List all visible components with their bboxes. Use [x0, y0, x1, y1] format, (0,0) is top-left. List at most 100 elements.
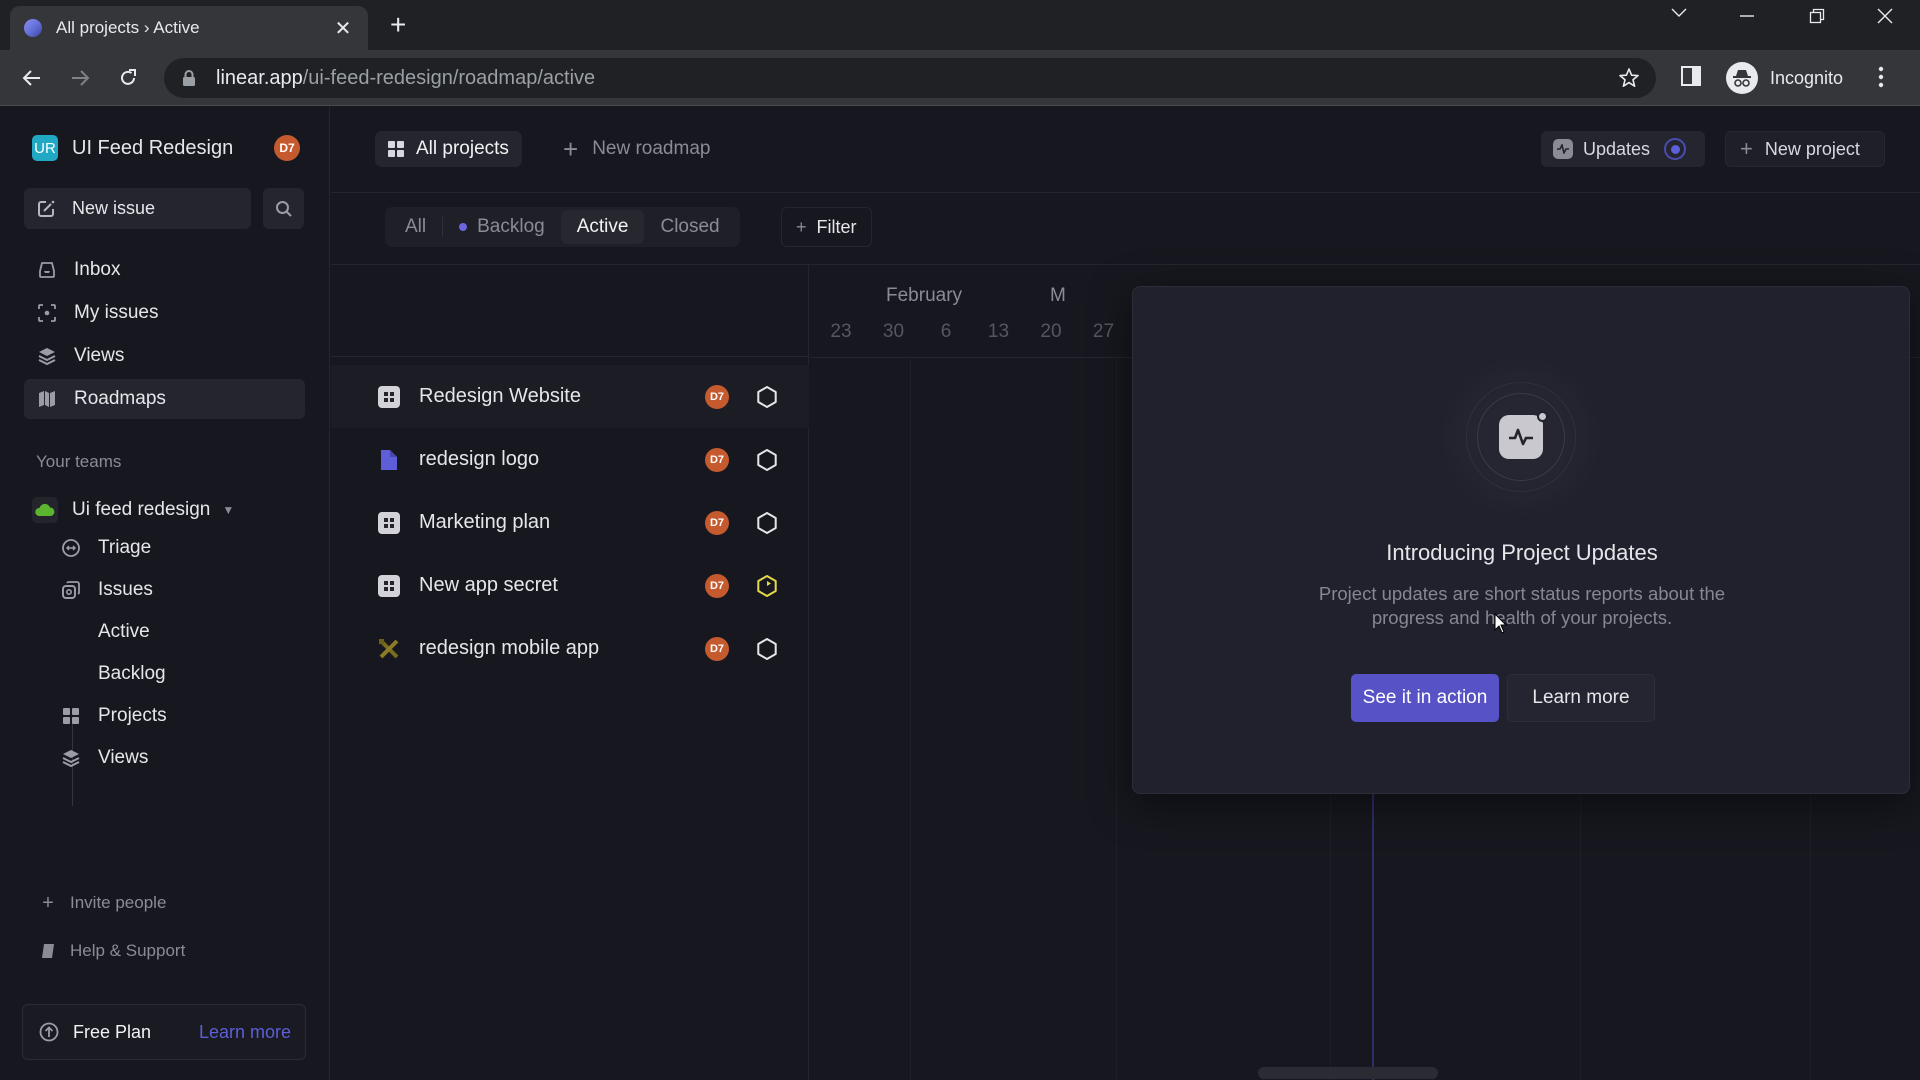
status-planned-icon[interactable] — [755, 385, 779, 409]
book-icon — [40, 943, 56, 959]
reload-icon[interactable] — [112, 62, 144, 94]
filter-button[interactable]: + Filter — [781, 207, 872, 247]
back-icon[interactable] — [16, 62, 48, 94]
team-item-label: Views — [98, 747, 149, 768]
new-project-button[interactable]: + New project — [1725, 131, 1885, 167]
close-window-icon[interactable] — [1870, 8, 1900, 24]
project-row[interactable]: Redesign Website D7 — [331, 365, 809, 428]
status-tabs: All Backlog Active Closed — [385, 207, 740, 247]
new-roadmap-button[interactable]: + New roadmap — [563, 131, 710, 167]
updates-button[interactable]: Updates — [1541, 131, 1705, 167]
plan-learn-more-link[interactable]: Learn more — [199, 1022, 291, 1043]
month-label: February — [886, 285, 963, 306]
project-lead-avatar[interactable]: D7 — [705, 447, 729, 472]
side-panel-icon[interactable] — [1680, 65, 1702, 87]
browser-tab[interactable]: All projects › Active ✕ — [10, 6, 368, 50]
sidebar-item-label: Views — [74, 345, 125, 366]
project-lead-avatar[interactable]: D7 — [705, 510, 729, 535]
map-icon — [36, 388, 58, 410]
my-issues-icon — [36, 302, 58, 324]
team-item-projects[interactable]: Projects — [60, 698, 167, 734]
grid-project-icon — [377, 574, 401, 598]
browser-menu-icon[interactable] — [1878, 66, 1884, 88]
grid-icon — [388, 141, 404, 157]
help-support-button[interactable]: Help & Support — [40, 936, 185, 966]
popover-title: Introducing Project Updates — [1386, 540, 1658, 565]
grid-project-icon — [377, 385, 401, 409]
status-planned-icon[interactable] — [755, 637, 779, 661]
sidebar-item-inbox[interactable]: Inbox — [24, 250, 305, 290]
project-name: New app secret — [419, 574, 558, 596]
tab-title: All projects › Active — [56, 18, 200, 37]
week-label: 23 — [830, 321, 852, 342]
plan-label: Free Plan — [73, 1021, 152, 1042]
plus-icon: + — [796, 216, 807, 237]
team-item-label: Issues — [98, 579, 153, 600]
caret-down-icon[interactable]: ▼ — [222, 503, 234, 517]
sidebar-item-label: Inbox — [74, 259, 121, 280]
your-teams-heading: Your teams — [36, 452, 122, 471]
sidebar-item-my-issues[interactable]: My issues — [24, 293, 305, 333]
minimize-icon[interactable] — [1732, 8, 1762, 24]
project-row[interactable]: redesign mobile app D7 — [331, 617, 809, 680]
sidebar-item-roadmaps[interactable]: Roadmaps — [24, 379, 305, 419]
new-issue-button[interactable]: New issue — [24, 188, 251, 229]
pulse-icon — [1499, 415, 1543, 459]
bookmark-star-icon[interactable] — [1618, 67, 1640, 89]
gridline — [910, 357, 911, 1080]
team-item-triage[interactable]: Triage — [60, 530, 151, 566]
team-item-active[interactable]: Active — [98, 614, 150, 650]
project-lead-avatar[interactable]: D7 — [705, 636, 729, 661]
filter-bar: All Backlog Active Closed + Filter — [331, 193, 1920, 265]
forward-icon[interactable] — [64, 62, 96, 94]
status-in-progress-icon[interactable] — [755, 574, 779, 598]
sidebar-item-views[interactable]: Views — [24, 336, 305, 376]
gridline — [1116, 357, 1117, 1080]
tab-closed[interactable]: Closed — [644, 210, 735, 244]
lock-icon[interactable] — [182, 69, 196, 87]
popover-description: Project updates are short status reports… — [1318, 583, 1726, 628]
tab-active[interactable]: Active — [560, 210, 645, 244]
address-bar[interactable]: linear.app/ui-feed-redesign/roadmap/acti… — [164, 58, 1656, 98]
search-button[interactable] — [263, 188, 304, 229]
tab-search-icon[interactable] — [1664, 8, 1694, 18]
team-item-issues[interactable]: Issues — [60, 572, 153, 608]
see-it-in-action-button[interactable]: See it in action — [1351, 674, 1499, 722]
cloud-icon — [32, 497, 58, 523]
project-list: Redesign Website D7 redesign logo D7 Marketi… — [331, 265, 809, 1080]
browser-tab-strip: All projects › Active ✕ + — [0, 0, 1920, 50]
incognito-icon — [1726, 62, 1758, 94]
team-ui-feed-redesign[interactable]: Ui feed redesign ▼ — [32, 492, 234, 528]
project-row[interactable]: New app secret D7 — [331, 554, 809, 617]
project-lead-avatar[interactable]: D7 — [705, 384, 729, 409]
project-lead-avatar[interactable]: D7 — [705, 573, 729, 598]
all-projects-button[interactable]: All projects — [375, 131, 522, 167]
status-planned-icon[interactable] — [755, 448, 779, 472]
tab-backlog[interactable]: Backlog — [443, 210, 561, 244]
close-tab-icon[interactable]: ✕ — [332, 16, 354, 41]
issues-icon — [60, 579, 82, 601]
mouse-cursor-icon — [1494, 613, 1508, 634]
incognito-profile-button[interactable]: Incognito — [1722, 58, 1857, 98]
inbox-icon — [36, 259, 58, 281]
new-tab-button[interactable]: + — [390, 10, 406, 40]
week-label: 27 — [1092, 321, 1115, 342]
restore-icon[interactable] — [1802, 8, 1832, 24]
status-planned-icon[interactable] — [755, 511, 779, 535]
list-header — [331, 265, 808, 357]
updates-label: Updates — [1583, 138, 1651, 159]
learn-more-button[interactable]: Learn more — [1507, 674, 1655, 722]
tab-all[interactable]: All — [389, 210, 442, 244]
project-row[interactable]: redesign logo D7 — [331, 428, 809, 491]
workspace-switcher[interactable]: UR UI Feed Redesign D7 — [32, 133, 300, 163]
team-item-backlog[interactable]: Backlog — [98, 656, 166, 692]
compose-icon — [38, 200, 55, 217]
team-item-views[interactable]: Views — [60, 740, 148, 776]
plus-icon: + — [42, 891, 54, 914]
project-row[interactable]: Marketing plan D7 — [331, 491, 809, 554]
user-avatar[interactable]: D7 — [274, 135, 300, 161]
invite-label: Invite people — [70, 893, 167, 912]
invite-people-button[interactable]: + Invite people — [40, 888, 166, 918]
horizontal-scrollbar[interactable] — [1258, 1067, 1438, 1079]
pulse-icon — [1553, 139, 1573, 159]
